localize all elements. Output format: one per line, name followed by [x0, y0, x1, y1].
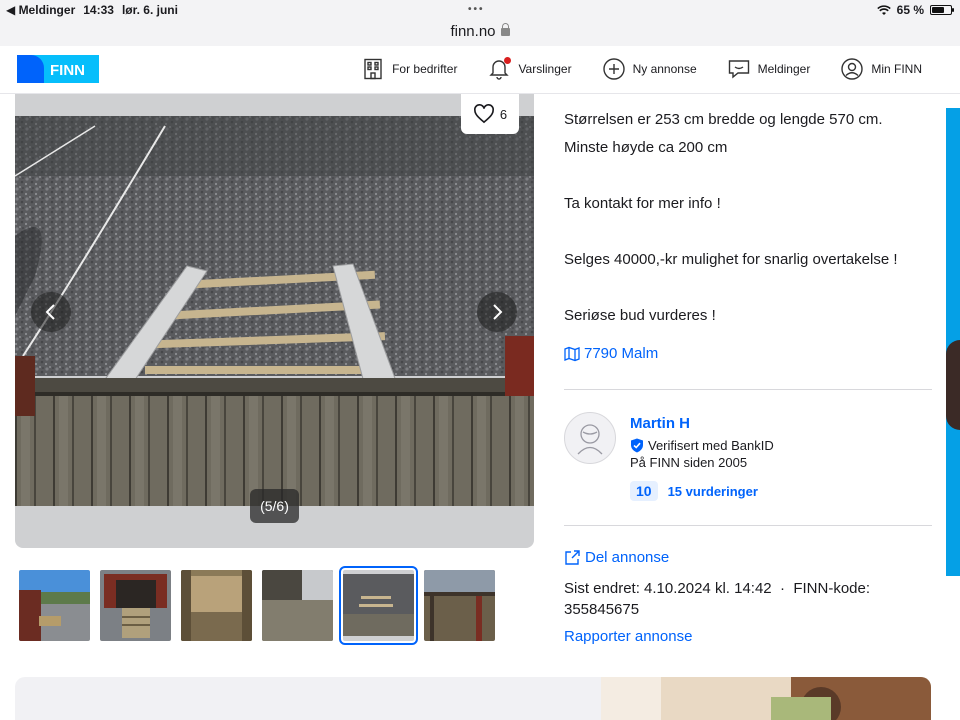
nav-for-bedrifter[interactable]: For bedrifter — [361, 54, 457, 84]
ad-image — [601, 677, 931, 720]
thumbnail-image — [19, 570, 90, 641]
description-line: Seriøse bud vurderes ! — [564, 307, 716, 324]
chevron-left-icon — [45, 304, 55, 320]
description-line: Størrelsen er 253 cm bredde og lengde 57… — [564, 111, 883, 128]
url-bar[interactable]: finn.no — [0, 20, 960, 46]
image-counter: (5/6) — [250, 489, 299, 523]
site-header: FINN For bedrifter Varslinger Ny annonse… — [0, 46, 960, 94]
building-icon — [364, 58, 382, 80]
previous-image-button[interactable] — [31, 292, 71, 332]
thumbnail-2[interactable] — [100, 570, 171, 641]
image-gallery[interactable]: 6 (5/6) — [15, 94, 534, 548]
description-line: Ta kontakt for mer info ! — [564, 195, 721, 212]
thumbnail-image — [262, 570, 333, 641]
description-line — [564, 274, 932, 302]
status-bar: ◀ Meldinger 14:33 lør. 6. juni ••• 65 % — [0, 0, 960, 20]
user-placeholder-icon — [577, 424, 603, 455]
share-icon — [565, 550, 580, 565]
nav-label: Ny annonse — [632, 62, 697, 76]
thumbnail-strip — [19, 566, 495, 645]
multitask-dots-icon[interactable]: ••• — [468, 4, 485, 15]
nav-label: For bedrifter — [392, 62, 458, 76]
logo-text: FINN — [50, 62, 85, 79]
description-line: Selges 40000,-kr mulighet for snarlig ov… — [564, 251, 898, 268]
battery-percent: 65 % — [896, 3, 924, 17]
map-icon — [564, 346, 580, 361]
next-image-button[interactable] — [477, 292, 517, 332]
listing-description: Størrelsen er 253 cm bredde og lengde 57… — [564, 106, 932, 330]
nav-label: Min FINN — [871, 62, 922, 76]
chevron-right-icon — [493, 304, 503, 320]
heart-icon — [473, 104, 494, 124]
chat-icon — [728, 60, 749, 79]
thumbnail-3[interactable] — [181, 570, 252, 641]
description-line — [564, 162, 932, 190]
thumbnail-image — [424, 570, 495, 641]
advertisement-card[interactable] — [15, 677, 931, 720]
share-label: Del annonse — [585, 549, 670, 566]
location-label: 7790 Malm — [584, 345, 659, 362]
shield-check-icon — [631, 438, 643, 453]
rating-score: 10 — [630, 481, 658, 501]
nav-varslinger[interactable]: Varslinger — [487, 54, 572, 84]
nav-label: Varslinger — [518, 62, 572, 76]
thumbnail-5[interactable] — [339, 566, 418, 645]
avatar[interactable] — [564, 412, 616, 464]
side-banner-image — [946, 340, 960, 430]
seller-card: Martin H Verifisert med BankID På FINN s… — [564, 412, 932, 512]
nav-meldinger[interactable]: Meldinger — [727, 54, 811, 84]
status-time: 14:33 — [83, 3, 114, 17]
listing-photo[interactable] — [15, 116, 534, 506]
thumbnail-4[interactable] — [262, 570, 333, 641]
last-changed: Sist endret: 4.10.2024 kl. 14:42 — [564, 580, 772, 597]
status-date: lør. 6. juni — [121, 3, 178, 17]
section-divider — [564, 525, 932, 526]
section-divider — [564, 389, 932, 390]
plus-circle-icon — [602, 58, 625, 80]
seller-name-link[interactable]: Martin H — [630, 415, 690, 432]
listing-meta: Sist endret: 4.10.2024 kl. 14:42 · FINN-… — [564, 578, 924, 620]
report-listing-link[interactable]: Rapporter annonse — [564, 628, 692, 645]
lock-icon — [500, 23, 510, 36]
wifi-icon — [876, 4, 891, 15]
rating-count-link[interactable]: 15 vurderinger — [668, 484, 758, 499]
favorite-button[interactable]: 6 — [461, 94, 519, 134]
user-circle-icon — [841, 58, 864, 80]
thumbnail-image — [343, 570, 414, 641]
thumbnail-1[interactable] — [19, 570, 90, 641]
seller-rating[interactable]: 10 15 vurderinger — [630, 481, 758, 501]
notification-dot — [504, 56, 512, 64]
nav-min-finn[interactable]: Min FINN — [840, 54, 922, 84]
bell-icon-wrap — [487, 56, 512, 83]
url-domain: finn.no — [450, 23, 496, 40]
member-since: På FINN siden 2005 — [630, 455, 748, 470]
thumbnail-6[interactable] — [424, 570, 495, 641]
verified-label: Verifisert med BankID — [648, 438, 774, 453]
description-line — [564, 218, 932, 246]
back-to-app-link[interactable]: ◀ Meldinger — [6, 3, 75, 17]
finn-logo[interactable]: FINN — [17, 55, 99, 83]
nav-label: Meldinger — [757, 62, 811, 76]
favorite-count: 6 — [499, 106, 508, 122]
battery-icon — [930, 5, 954, 15]
description-line: Minste høyde ca 200 cm — [564, 139, 728, 156]
nav-ny-annonse[interactable]: Ny annonse — [602, 54, 697, 84]
header-nav: For bedrifter Varslinger Ny annonse Meld… — [361, 54, 922, 84]
thumbnail-image — [181, 570, 252, 641]
back-app-label: Meldinger — [18, 3, 76, 17]
share-listing-link[interactable]: Del annonse — [564, 549, 669, 566]
location-link[interactable]: 7790 Malm — [564, 345, 658, 362]
thumbnail-image — [100, 570, 171, 641]
meta-separator: · — [780, 580, 785, 597]
verified-badge: Verifisert med BankID — [630, 438, 774, 453]
